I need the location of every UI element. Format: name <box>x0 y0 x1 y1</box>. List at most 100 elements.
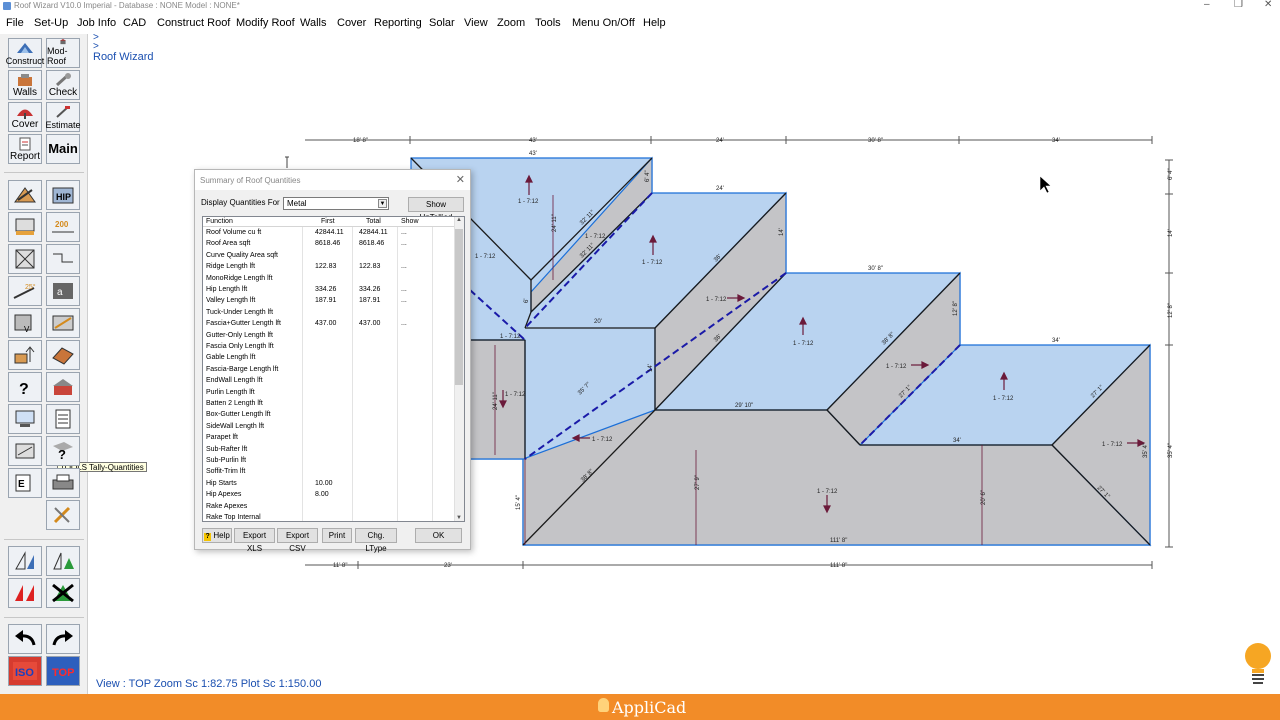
table-row[interactable]: Curve Quality Area sqft <box>203 251 455 262</box>
table-row[interactable]: Purlin Length lft <box>203 388 455 399</box>
lightbulb-icon[interactable] <box>1243 641 1273 687</box>
chevron-down-icon[interactable]: ▼ <box>378 199 387 208</box>
scroll-down-icon[interactable]: ▼ <box>455 515 463 521</box>
menu-solar[interactable]: Solar <box>429 17 455 29</box>
redo-button[interactable] <box>46 624 80 654</box>
main-button[interactable]: Main <box>46 134 80 164</box>
table-row[interactable]: Sub-Purlin lft <box>203 456 455 467</box>
column-header[interactable]: Function <box>206 218 233 225</box>
menu-cad[interactable]: CAD <box>123 17 146 29</box>
edit-button[interactable]: E <box>8 468 42 498</box>
change-linetype-button[interactable]: Chg. LType <box>355 528 397 553</box>
walls-button[interactable]: Walls <box>8 70 42 100</box>
move-button[interactable]: V <box>8 308 42 338</box>
table-row[interactable]: Roof Volume cu ft 42844.11 42844.11... <box>203 228 455 239</box>
column-header[interactable]: Total <box>366 218 381 225</box>
table-row[interactable]: Fascia Only Length lft <box>203 342 455 353</box>
printer-button[interactable] <box>46 468 80 498</box>
table-row[interactable]: Rake Apexes <box>203 502 455 513</box>
table-row[interactable]: Sub-Rafter lft <box>203 445 455 456</box>
menu-help[interactable]: Help <box>643 17 666 29</box>
export-xls-button[interactable]: Export XLS <box>234 528 275 553</box>
menu-on-off[interactable]: Menu On/Off <box>572 17 635 29</box>
table-row[interactable]: Box-Gutter Length lft <box>203 410 455 421</box>
hip-button[interactable]: HIP <box>46 180 80 210</box>
menu-walls[interactable]: Walls <box>300 17 326 29</box>
table-row[interactable]: MonoRidge Length lft <box>203 274 455 285</box>
tools-button[interactable] <box>46 500 80 530</box>
raise-button[interactable] <box>8 340 42 370</box>
query-button[interactable]: ? <box>8 372 42 402</box>
table-row[interactable]: EndWall Length lft <box>203 376 455 387</box>
ok-button[interactable]: OK <box>415 528 462 543</box>
roof-3d-button[interactable] <box>46 340 80 370</box>
table-row[interactable]: Rake Top Internal <box>203 513 455 521</box>
menu-view[interactable]: View <box>464 17 488 29</box>
iso-view-button[interactable]: ISO <box>8 656 42 686</box>
table-row[interactable]: Hip Apexes 8.00 <box>203 490 455 501</box>
menu-tools[interactable]: Tools <box>535 17 561 29</box>
mod-roof-button[interactable]: Mod-Roof <box>46 38 80 68</box>
pitch-button[interactable]: a <box>46 276 80 306</box>
report-button[interactable]: Report <box>8 134 42 164</box>
menu-zoom[interactable]: Zoom <box>497 17 525 29</box>
column-header[interactable]: Show <box>401 218 419 225</box>
check-button[interactable]: Check <box>46 70 80 100</box>
print-button[interactable]: Print <box>322 528 352 543</box>
table-row[interactable]: Roof Area sqft 8618.46 8618.46... <box>203 239 455 250</box>
table-row[interactable]: Valley Length lft 187.91 187.91... <box>203 296 455 307</box>
table-row[interactable]: Parapet lft <box>203 433 455 444</box>
brick-button[interactable] <box>46 372 80 402</box>
computer-button[interactable] <box>8 404 42 434</box>
show-untallied-button[interactable]: Show UnTallied <box>408 197 464 222</box>
help-box-button[interactable]: ? <box>46 436 80 466</box>
dimension-button[interactable]: 200 <box>46 212 80 242</box>
menu-file[interactable]: File <box>6 17 24 29</box>
table-row[interactable]: Ridge Length lft 122.83 122.83... <box>203 262 455 273</box>
menu-setup[interactable]: Set-Up <box>34 17 68 29</box>
tally-quantities-button[interactable] <box>46 404 80 434</box>
top-view-button[interactable]: TOP <box>46 656 80 686</box>
table-row[interactable]: SideWall Length lft <box>203 422 455 433</box>
table-row[interactable]: Soffit-Trim lft <box>203 467 455 478</box>
table-row[interactable]: Tuck-Under Length lft <box>203 308 455 319</box>
triangle-green-button[interactable] <box>46 546 80 576</box>
scroll-up-icon[interactable]: ▲ <box>455 217 463 223</box>
table-row[interactable]: Hip Length lft 334.26 334.26... <box>203 285 455 296</box>
estimate-button[interactable]: Estimate <box>46 102 81 132</box>
trim-button[interactable] <box>8 212 42 242</box>
undo-button[interactable] <box>8 624 42 654</box>
display-quantities-select[interactable]: Metal ▼ <box>283 197 389 210</box>
draw-roof-button[interactable] <box>8 180 42 210</box>
minimize-icon[interactable]: – <box>1204 0 1210 10</box>
angle-button[interactable]: 25° <box>8 276 42 306</box>
scrollbar-thumb[interactable] <box>455 229 463 385</box>
table-row[interactable]: Hip Starts 10.00 <box>203 479 455 490</box>
table-row[interactable]: Fascia+Gutter Length lft 437.00 437.00... <box>203 319 455 330</box>
menu-reporting[interactable]: Reporting <box>374 17 422 29</box>
construct-button[interactable]: Construct <box>6 38 44 68</box>
cross-box-button[interactable] <box>8 244 42 274</box>
menu-job-info[interactable]: Job Info <box>77 17 116 29</box>
triangle-red-button[interactable] <box>8 578 42 608</box>
cover-button[interactable]: Cover <box>8 102 42 132</box>
triangle-outline-button[interactable] <box>8 546 42 576</box>
dialog-close-icon[interactable]: ✕ <box>456 173 465 186</box>
menu-construct-roof[interactable]: Construct Roof <box>157 17 230 29</box>
menu-modify-roof[interactable]: Modify Roof <box>236 17 295 29</box>
export-button[interactable] <box>8 436 42 466</box>
table-scrollbar[interactable]: ▲ ▼ <box>454 217 464 521</box>
help-button[interactable]: ? Help <box>202 528 232 543</box>
restore-icon[interactable]: ❐ <box>1234 0 1243 10</box>
export-csv-button[interactable]: Export CSV <box>277 528 318 553</box>
table-row[interactable]: Fascia-Barge Length lft <box>203 365 455 376</box>
dialog-title-bar[interactable]: Summary of Roof Quantities ✕ <box>195 170 470 190</box>
column-header[interactable]: First <box>321 218 335 225</box>
close-icon[interactable]: ✕ <box>1264 0 1272 10</box>
table-row[interactable]: Batten 2 Length lft <box>203 399 455 410</box>
section-button[interactable] <box>46 308 80 338</box>
table-row[interactable]: Gutter-Only Length lft <box>203 331 455 342</box>
delete-triangle-button[interactable] <box>46 578 80 608</box>
menu-cover[interactable]: Cover <box>337 17 366 29</box>
table-row[interactable]: Gable Length lft <box>203 353 455 364</box>
